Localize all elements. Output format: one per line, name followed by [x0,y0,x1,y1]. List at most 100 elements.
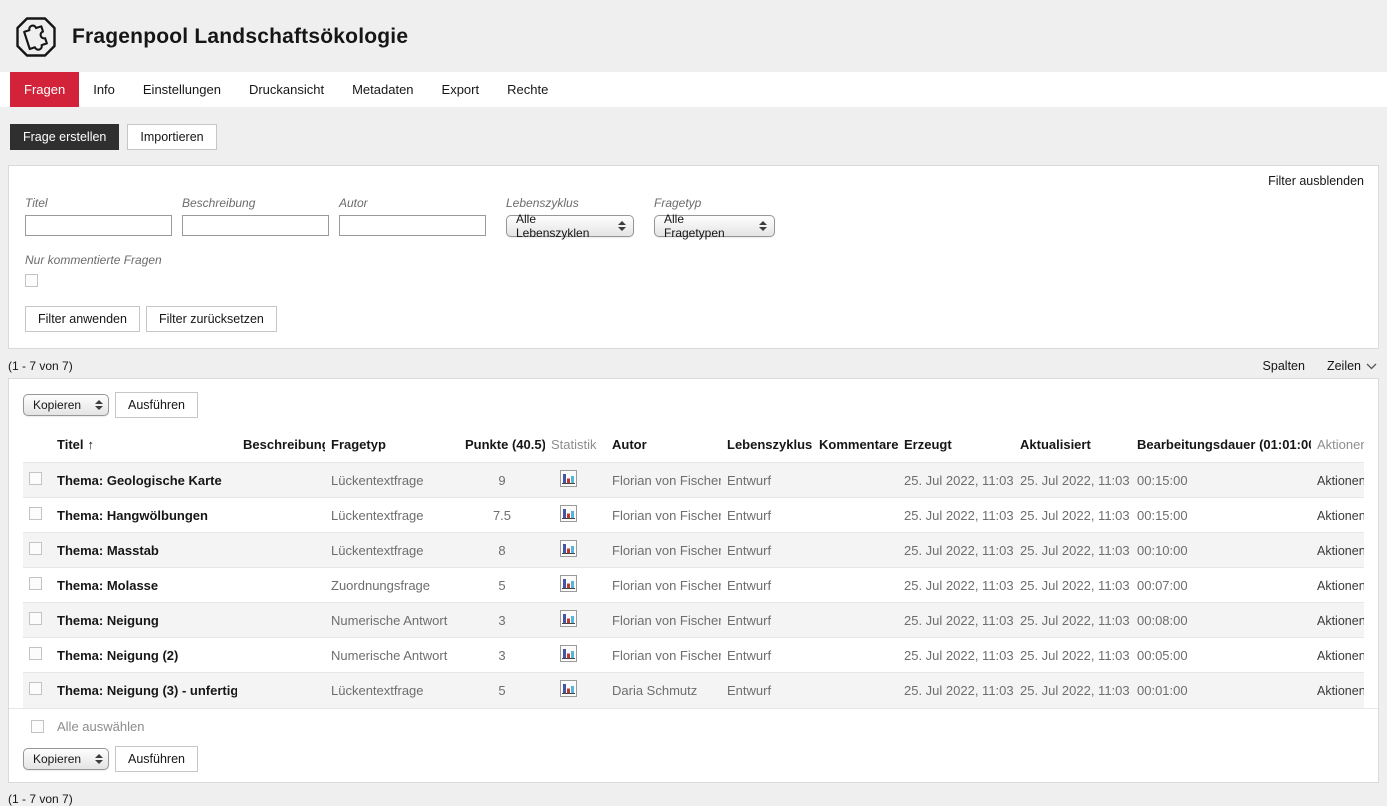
row-actions-dropdown[interactable]: Aktionen [1317,579,1364,593]
row-actions-dropdown[interactable]: Aktionen [1317,509,1364,523]
question-type: Numerische Antwort [325,638,459,673]
column-bearbeitungsdauer[interactable]: Bearbeitungsdauer (01:01:00) [1131,428,1311,463]
table-row: Thema: Geologische Karte Lückentextfrage… [23,463,1364,498]
row-checkbox[interactable] [29,542,42,555]
column-aktualisiert[interactable]: Aktualisiert [1014,428,1131,463]
question-type-select[interactable]: Alle Fragetypen [654,215,775,237]
tab-metadaten[interactable]: Metadaten [338,72,427,107]
select-stepper-icon [95,754,103,764]
row-checkbox[interactable] [29,472,42,485]
row-actions-dropdown[interactable]: Aktionen [1317,474,1364,488]
bulk-action-select-top[interactable]: Kopieren [23,394,109,416]
statistics-icon[interactable] [560,610,577,627]
question-author: Florian von Fischer [606,638,721,673]
statistics-icon[interactable] [560,470,577,487]
filter-author-input[interactable] [339,215,486,236]
tab-druckansicht[interactable]: Druckansicht [235,72,338,107]
question-points: 8 [459,533,545,568]
question-lifecycle: Entwurf [721,533,813,568]
import-button[interactable]: Importieren [127,124,216,150]
filter-commented-label: Nur kommentierte Fragen [25,253,1362,267]
statistics-icon[interactable] [560,645,577,662]
question-lifecycle: Entwurf [721,568,813,603]
question-working-time: 00:05:00 [1131,638,1311,673]
execute-button-top[interactable]: Ausführen [115,392,198,418]
select-stepper-icon [759,221,767,231]
statistics-icon[interactable] [560,680,577,697]
column-lebenszyklus[interactable]: Lebenszyklus [721,428,813,463]
question-comments [813,568,898,603]
table-meta-row: (1 - 7 von 7) Spalten Zeilen [8,359,1377,373]
question-updated: 25. Jul 2022, 11:03 [1014,603,1131,638]
select-all-label: Alle auswählen [57,719,144,734]
column-erzeugt[interactable]: Erzeugt [898,428,1014,463]
question-type: Zuordnungsfrage [325,568,459,603]
filter-apply-button[interactable]: Filter anwenden [25,306,140,332]
column-beschreibung[interactable]: Beschreibung [237,428,325,463]
row-actions-dropdown[interactable]: Aktionen [1317,614,1364,628]
tab-export[interactable]: Export [428,72,494,107]
lifecycle-select[interactable]: Alle Lebenszyklen [506,215,634,237]
result-range-bottom: (1 - 7 von 7) [8,792,1377,806]
create-question-button[interactable]: Frage erstellen [10,124,119,150]
question-description [237,603,325,638]
statistics-icon[interactable] [560,540,577,557]
column-titel[interactable]: Titel↑ [51,428,237,463]
table-row: Thema: Masstab Lückentextfrage 8 Florian… [23,533,1364,568]
tab-einstellungen[interactable]: Einstellungen [129,72,235,107]
bulk-actions-top: Kopieren Ausführen [9,386,1378,422]
row-actions-dropdown[interactable]: Aktionen [1317,649,1364,663]
row-checkbox[interactable] [29,507,42,520]
row-checkbox[interactable] [29,647,42,660]
filter-description-label: Beschreibung [182,196,329,210]
filter-commented-checkbox[interactable] [25,274,38,287]
question-updated: 25. Jul 2022, 11:03 [1014,463,1131,498]
question-working-time: 00:07:00 [1131,568,1311,603]
row-actions-label: Aktionen [1317,614,1364,628]
row-checkbox[interactable] [29,682,42,695]
question-created: 25. Jul 2022, 11:03 [898,533,1014,568]
question-title-link[interactable]: Thema: Neigung (2) [51,638,237,673]
tab-rechte[interactable]: Rechte [493,72,562,107]
row-actions-label: Aktionen [1317,509,1364,523]
question-title-link[interactable]: Thema: Geologische Karte [51,463,237,498]
question-title-link[interactable]: Thema: Hangwölbungen [51,498,237,533]
column-fragetyp[interactable]: Fragetyp [325,428,459,463]
columns-menu[interactable]: Spalten [1263,359,1305,373]
question-author: Florian von Fischer [606,603,721,638]
column-autor[interactable]: Autor [606,428,721,463]
statistics-icon[interactable] [560,575,577,592]
column-punkte[interactable]: Punkte (40.5) [459,428,545,463]
question-title-link[interactable]: Thema: Molasse [51,568,237,603]
execute-button-bottom[interactable]: Ausführen [115,746,198,772]
tab-info[interactable]: Info [79,72,129,107]
question-created: 25. Jul 2022, 11:03 [898,568,1014,603]
column-kommentare[interactable]: Kommentare [813,428,898,463]
question-working-time: 00:01:00 [1131,673,1311,708]
question-comments [813,498,898,533]
select-all-row: Alle auswählen [9,708,1378,738]
question-title-link[interactable]: Thema: Neigung (3) - unfertig [51,673,237,708]
row-actions-dropdown[interactable]: Aktionen [1317,684,1364,698]
question-title-link[interactable]: Thema: Neigung [51,603,237,638]
question-author: Florian von Fischer [606,533,721,568]
filter-lifecycle-label: Lebenszyklus [506,196,634,210]
filter-reset-button[interactable]: Filter zurücksetzen [146,306,277,332]
select-all-checkbox[interactable] [31,720,44,733]
filter-title-input[interactable] [25,215,172,236]
filter-hide-link[interactable]: Filter ausblenden [1268,174,1364,188]
question-updated: 25. Jul 2022, 11:03 [1014,568,1131,603]
filter-description-input[interactable] [182,215,329,236]
question-title-link[interactable]: Thema: Masstab [51,533,237,568]
row-checkbox[interactable] [29,612,42,625]
sort-ascending-icon[interactable]: ↑ [88,437,95,452]
rows-menu[interactable]: Zeilen [1327,359,1377,373]
row-checkbox[interactable] [29,577,42,590]
tab-fragen[interactable]: Fragen [10,72,79,107]
column-aktionen: Aktionen [1311,428,1364,463]
question-updated: 25. Jul 2022, 11:03 [1014,498,1131,533]
bulk-action-select-bottom[interactable]: Kopieren [23,748,109,770]
question-description [237,638,325,673]
row-actions-dropdown[interactable]: Aktionen [1317,544,1364,558]
statistics-icon[interactable] [560,505,577,522]
